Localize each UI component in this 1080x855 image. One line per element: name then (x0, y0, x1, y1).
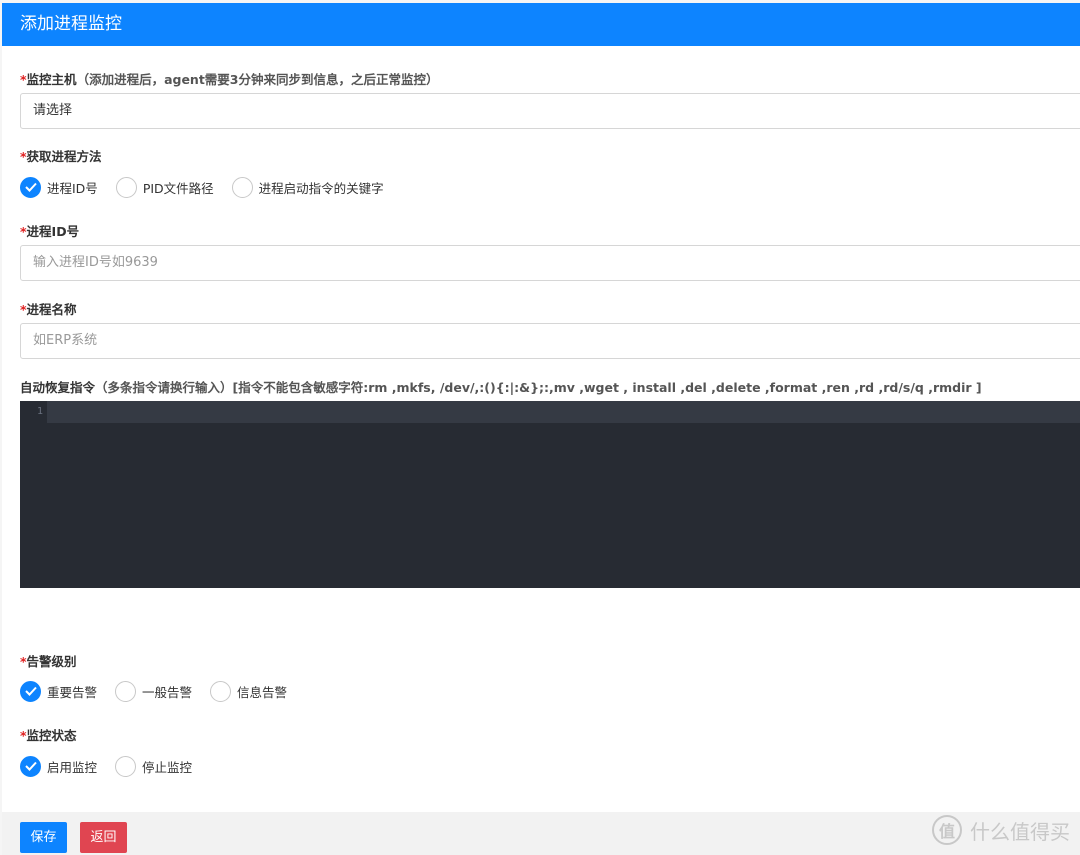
watermark: 值 什么值得买 (932, 810, 1070, 850)
radio-unchecked-icon (210, 680, 232, 702)
radio-method-pidfile[interactable]: PID文件路径 (115, 176, 214, 198)
radio-unchecked-icon (115, 680, 137, 702)
method-label-text: 获取进程方法 (26, 149, 102, 164)
level-label-text: 告警级别 (26, 654, 77, 669)
radio-checked-icon (20, 176, 41, 198)
radio-label: 进程启动指令的关键字 (258, 180, 384, 196)
name-label-text: 进程名称 (26, 302, 77, 317)
watermark-logo-icon: 值 (932, 815, 962, 845)
radio-checked-icon (20, 755, 41, 777)
form-panel: 添加进程监控 *监控主机（添加进程后，agent需要3分钟来同步到信息，之后正常… (2, 3, 1080, 855)
name-input[interactable]: 如ERP系统 (20, 323, 1080, 359)
editor-active-line[interactable] (47, 401, 1080, 423)
host-select[interactable]: 请选择 (20, 93, 1080, 129)
radio-label: 重要告警 (47, 684, 98, 700)
status-label-text: 监控状态 (26, 728, 77, 743)
radio-checked-icon (20, 680, 41, 702)
host-label-text: 监控主机 (26, 72, 77, 87)
watermark-text: 什么值得买 (970, 819, 1070, 844)
page-title: 添加进程监控 (2, 3, 1080, 46)
radio-label: PID文件路径 (142, 180, 214, 196)
radio-label: 停止监控 (142, 759, 193, 775)
line-number: 1 (36, 406, 43, 417)
editor-gutter: 1 (20, 401, 47, 588)
radio-label: 进程ID号 (47, 180, 98, 196)
host-label: *监控主机（添加进程后，agent需要3分钟来同步到信息，之后正常监控） (20, 69, 439, 88)
status-radio-group: 启用监控 停止监控 (20, 755, 210, 777)
save-button[interactable]: 保存 (20, 822, 67, 853)
method-label: *获取进程方法 (20, 146, 102, 165)
level-label: *告警级别 (20, 651, 77, 670)
radio-label: 一般告警 (142, 684, 193, 700)
recovery-hint: （多条指令请换行输入）[指令不能包含敏感字符:rm ,mkfs, /dev/,:… (95, 380, 982, 395)
recovery-label-text: 自动恢复指令 (20, 380, 96, 395)
radio-level-important[interactable]: 重要告警 (20, 680, 98, 702)
name-label: *进程名称 (20, 299, 77, 318)
radio-status-stopped[interactable]: 停止监控 (115, 755, 193, 777)
method-radio-group: 进程ID号 PID文件路径 进程启动指令的关键字 (20, 176, 402, 198)
pid-label: *进程ID号 (20, 221, 79, 240)
radio-unchecked-icon (231, 176, 253, 198)
radio-level-info[interactable]: 信息告警 (210, 680, 288, 702)
host-hint: （添加进程后，agent需要3分钟来同步到信息，之后正常监控） (76, 72, 439, 87)
radio-level-normal[interactable]: 一般告警 (115, 680, 193, 702)
footer-bar (2, 812, 1080, 855)
pid-label-text: 进程ID号 (26, 224, 80, 239)
recovery-label: 自动恢复指令（多条指令请换行输入）[指令不能包含敏感字符:rm ,mkfs, /… (20, 377, 982, 396)
radio-label: 启用监控 (47, 759, 98, 775)
level-radio-group: 重要告警 一般告警 信息告警 (20, 680, 305, 702)
radio-unchecked-icon (115, 176, 137, 198)
pid-input[interactable]: 输入进程ID号如9639 (20, 245, 1080, 281)
radio-method-keyword[interactable]: 进程启动指令的关键字 (231, 176, 384, 198)
radio-label: 信息告警 (237, 684, 288, 700)
back-button[interactable]: 返回 (80, 822, 127, 853)
radio-unchecked-icon (115, 755, 137, 777)
status-label: *监控状态 (20, 725, 77, 744)
recovery-code-editor[interactable]: 1 (20, 401, 1080, 588)
radio-status-enabled[interactable]: 启用监控 (20, 755, 98, 777)
radio-method-pid[interactable]: 进程ID号 (20, 176, 98, 198)
